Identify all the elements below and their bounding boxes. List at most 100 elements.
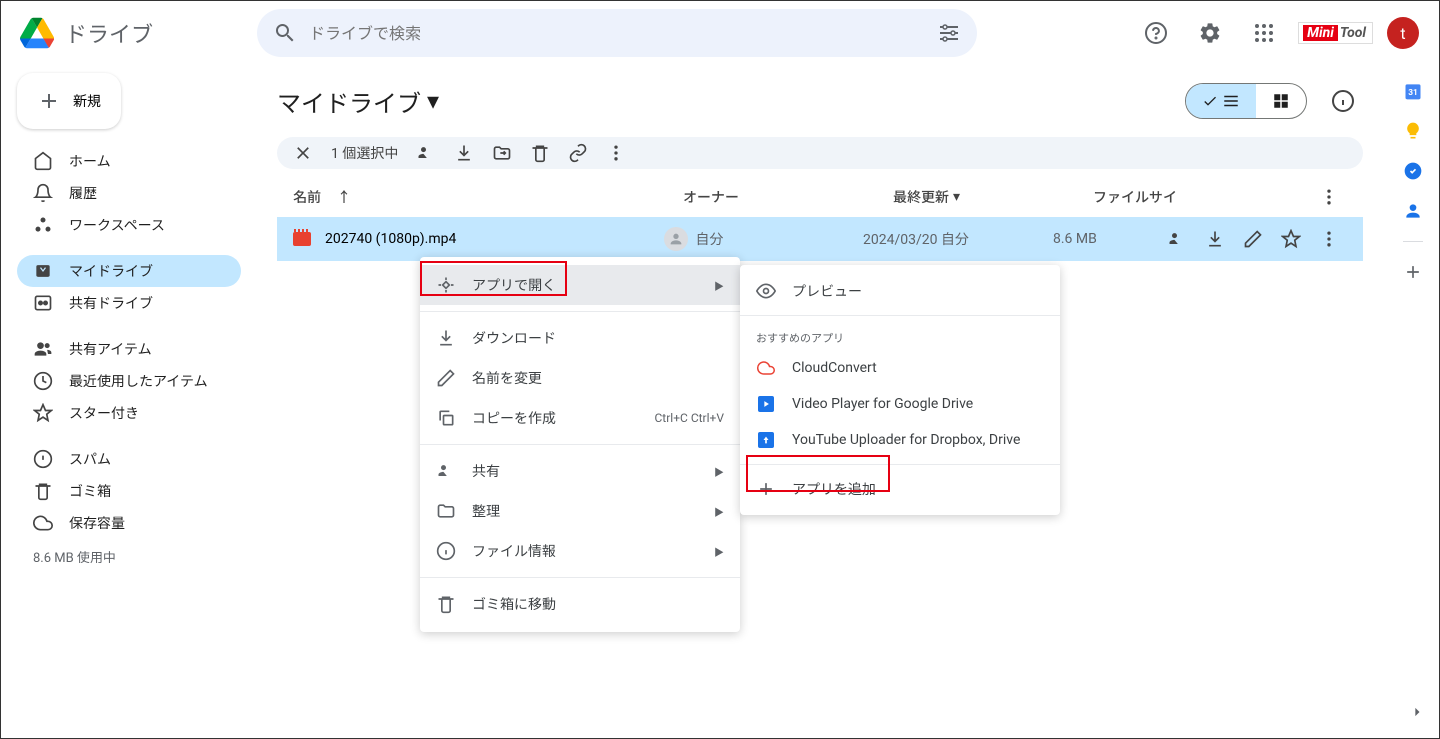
search-bar[interactable] (257, 9, 977, 57)
owner-avatar-icon (664, 227, 688, 251)
submenu-app-videoplayer[interactable]: Video Player for Google Drive (740, 386, 1060, 422)
copy-icon (436, 408, 456, 428)
header-actions: MiniTool t (1136, 13, 1423, 53)
submenu-app-youtube[interactable]: YouTube Uploader for Dropbox, Drive (740, 422, 1060, 458)
home-icon (33, 151, 53, 171)
videoplayer-icon (756, 394, 776, 414)
bell-icon (33, 183, 53, 203)
collapse-rail-icon[interactable] (1407, 702, 1427, 722)
right-rail: 31 (1387, 65, 1439, 738)
link-icon[interactable] (568, 143, 588, 163)
chevron-right-icon: ▶ (714, 544, 724, 559)
sidebar: 新規 ホーム 履歴 ワークスペース マイドライブ 共有ドライブ 共有アイテム 最… (1, 65, 257, 738)
move-icon[interactable] (492, 143, 512, 163)
settings-icon[interactable] (1190, 13, 1230, 53)
new-button-label: 新規 (73, 91, 101, 111)
menu-file-info[interactable]: ファイル情報 ▶ (420, 531, 740, 571)
sidebar-item-spam[interactable]: スパム (17, 443, 241, 475)
trash-icon (436, 594, 456, 614)
menu-trash[interactable]: ゴミ箱に移動 (420, 584, 740, 624)
submenu-add-apps[interactable]: アプリを追加 (740, 471, 1060, 507)
storage-used-text: 8.6 MB 使用中 (17, 539, 241, 574)
folder-icon (436, 501, 456, 521)
svg-text:31: 31 (1408, 88, 1418, 98)
sidebar-item-recent[interactable]: 最近使用したアイテム (17, 365, 241, 397)
download-icon[interactable] (454, 143, 474, 163)
folder-title[interactable]: マイドライブ ▾ (277, 84, 439, 119)
sidebar-item-activity[interactable]: 履歴 (17, 177, 241, 209)
menu-copy[interactable]: コピーを作成 Ctrl+C Ctrl+V (420, 398, 740, 438)
shareddrive-icon (33, 293, 53, 313)
info-icon (436, 541, 456, 561)
cloud-icon (33, 513, 53, 533)
context-menu: アプリで開く ▶ ダウンロード 名前を変更 コピーを作成 Ctrl+C Ctrl… (420, 257, 740, 632)
menu-share[interactable]: 共有 ▶ (420, 451, 740, 491)
add-panel-icon[interactable] (1403, 262, 1423, 282)
chevron-down-icon: ▾ (953, 189, 960, 205)
menu-organize[interactable]: 整理 ▶ (420, 491, 740, 531)
row-more-icon[interactable] (1319, 229, 1339, 249)
sidebar-item-storage[interactable]: 保存容量 (17, 507, 241, 539)
avatar[interactable]: t (1387, 17, 1419, 49)
app-name: ドライブ (65, 17, 153, 49)
sidebar-item-shareddrives[interactable]: 共有ドライブ (17, 287, 241, 319)
calendar-icon[interactable]: 31 (1403, 81, 1423, 101)
sidebar-item-trash[interactable]: ゴミ箱 (17, 475, 241, 507)
view-toggle (1185, 83, 1307, 119)
trash-icon (33, 481, 53, 501)
chevron-right-icon: ▶ (714, 278, 724, 293)
list-view-button[interactable] (1186, 84, 1256, 118)
new-button[interactable]: 新規 (17, 73, 121, 129)
submenu-app-cloudconvert[interactable]: CloudConvert (740, 350, 1060, 386)
file-row[interactable]: 202740 (1080p).mp4 自分 2024/03/20 自分 8.6 … (277, 217, 1363, 261)
sidebar-item-workspaces[interactable]: ワークスペース (17, 209, 241, 241)
menu-open-with[interactable]: アプリで開く ▶ (420, 265, 740, 305)
column-size[interactable]: ファイルサイ (1093, 187, 1213, 207)
submenu-open-with: プレビュー おすすめのアプリ CloudConvert Video Player… (740, 265, 1060, 515)
share-icon[interactable] (416, 143, 436, 163)
spam-icon (33, 449, 53, 469)
sort-arrow-icon: ↑ (337, 187, 351, 207)
eye-icon (756, 281, 776, 301)
youtube-uploader-icon (756, 430, 776, 450)
row-share-icon[interactable] (1167, 229, 1187, 249)
grid-view-button[interactable] (1256, 84, 1306, 118)
delete-icon[interactable] (530, 143, 550, 163)
keep-icon[interactable] (1403, 121, 1423, 141)
help-icon[interactable] (1136, 13, 1176, 53)
video-file-icon (293, 232, 311, 246)
column-owner[interactable]: オーナー (683, 187, 893, 207)
file-date: 2024/03/20 自分 (863, 229, 1053, 249)
sidebar-item-starred[interactable]: スター付き (17, 397, 241, 429)
search-input[interactable] (309, 24, 925, 43)
menu-rename[interactable]: 名前を変更 (420, 358, 740, 398)
row-star-icon[interactable] (1281, 229, 1301, 249)
file-name: 202740 (1080p).mp4 (325, 231, 456, 247)
chevron-right-icon: ▶ (714, 504, 724, 519)
column-more-icon[interactable] (1319, 187, 1339, 207)
apps-grid-icon[interactable] (1244, 13, 1284, 53)
mydrive-icon (33, 261, 53, 281)
logo-area[interactable]: ドライブ (17, 13, 257, 53)
search-options-icon[interactable] (937, 21, 961, 45)
row-download-icon[interactable] (1205, 229, 1225, 249)
open-with-icon (436, 275, 456, 295)
column-modified[interactable]: 最終更新▾ (893, 187, 1093, 207)
submenu-preview[interactable]: プレビュー (740, 273, 1060, 309)
selection-count: 1 個選択中 (331, 143, 398, 163)
chevron-right-icon: ▶ (714, 464, 724, 479)
header: ドライブ MiniTool t (1, 1, 1439, 65)
sidebar-item-mydrive[interactable]: マイドライブ (17, 255, 241, 287)
sidebar-item-home[interactable]: ホーム (17, 145, 241, 177)
column-name[interactable]: 名前↑ (293, 187, 683, 207)
tasks-icon[interactable] (1403, 161, 1423, 181)
close-icon[interactable] (293, 143, 313, 163)
contacts-icon[interactable] (1403, 201, 1423, 221)
menu-download[interactable]: ダウンロード (420, 318, 740, 358)
row-edit-icon[interactable] (1243, 229, 1263, 249)
sidebar-item-shared[interactable]: 共有アイテム (17, 333, 241, 365)
more-icon[interactable] (606, 143, 626, 163)
edit-icon (436, 368, 456, 388)
minitool-badge[interactable]: MiniTool (1298, 22, 1373, 44)
info-icon[interactable] (1323, 81, 1363, 121)
